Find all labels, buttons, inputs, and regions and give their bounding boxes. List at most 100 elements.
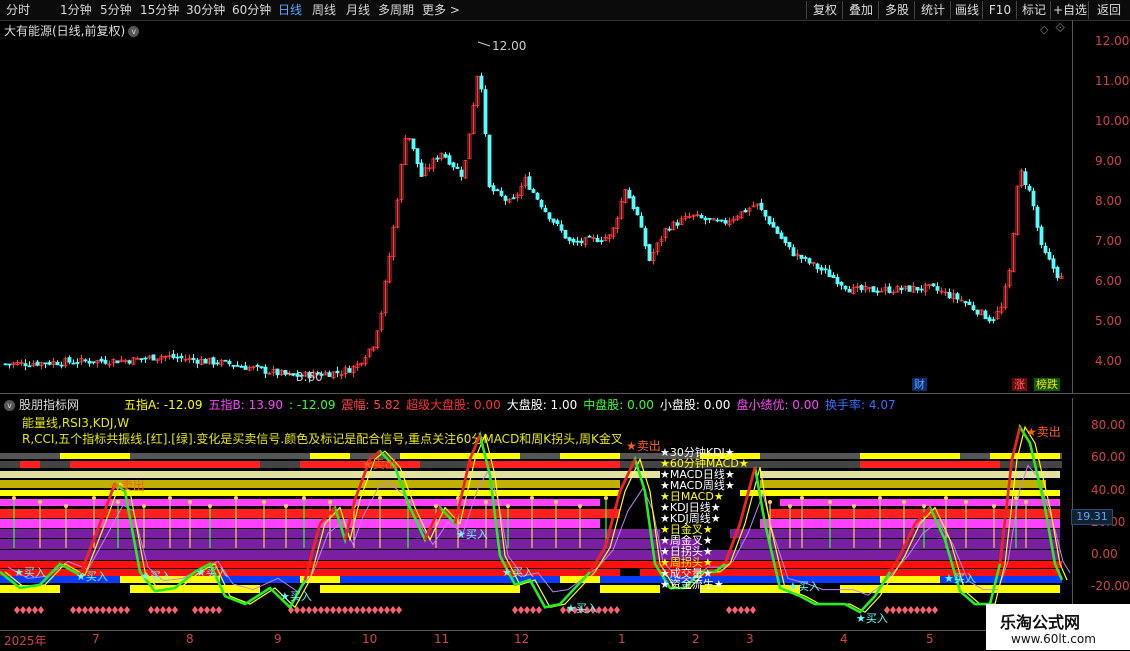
watermark-url: www.60lt.com <box>1011 632 1096 646</box>
mark-button[interactable]: 标记 <box>1016 1 1051 19</box>
candle-body <box>915 286 920 291</box>
candle-body <box>83 359 88 362</box>
indicator-chart[interactable]: ★30分钟KDJ★★60分钟MACD★★MACD日线★★MACD周线★★日MAC… <box>0 398 1072 630</box>
tab-15min[interactable]: 15分钟 <box>140 2 179 18</box>
tab-1min[interactable]: 1分钟 <box>60 2 92 18</box>
diamond-marker <box>738 606 744 614</box>
indicator-tick: 40.00 <box>1091 483 1126 497</box>
diamond-marker <box>38 606 44 614</box>
candle-body <box>527 176 532 190</box>
period-toolbar: 分时 1分钟 5分钟 15分钟 30分钟 60分钟 日线 周线 月线 多周期 更… <box>0 0 1130 21</box>
back-button[interactable]: 返回 <box>1088 1 1129 19</box>
signal-band <box>0 480 620 488</box>
buy-signal: ★买入 <box>944 572 976 585</box>
tab-60min[interactable]: 60分钟 <box>232 2 271 18</box>
signal-pin-head <box>64 504 68 508</box>
signal-pin-head <box>284 504 288 508</box>
diamond-marker <box>360 606 366 614</box>
f10-button[interactable]: F10 <box>982 1 1017 19</box>
signal-band <box>300 461 420 468</box>
signal-band <box>860 453 960 459</box>
tab-more[interactable]: 更多 > <box>422 2 460 18</box>
candle-body <box>899 287 904 291</box>
signal-pin-head <box>1014 496 1018 500</box>
candle-body <box>1043 245 1048 253</box>
candlestick-chart[interactable]: 12.00 3.60 <box>0 20 1072 393</box>
candle-body <box>919 288 924 291</box>
watermark: 乐淘公式网 www.60lt.com <box>986 604 1130 650</box>
signal-pin-head <box>964 500 968 504</box>
candle-body <box>223 359 228 362</box>
signal-pin-head <box>788 504 792 508</box>
date-label: 2 <box>692 632 700 646</box>
candle-body <box>491 185 496 192</box>
diamond-marker <box>20 606 26 614</box>
candle-body <box>543 207 548 213</box>
candle-body <box>1039 226 1044 246</box>
draw-line-button[interactable]: 画线 <box>950 1 983 19</box>
candle-body <box>815 263 820 270</box>
signal-band <box>740 539 1060 549</box>
candle-body <box>259 366 264 369</box>
tab-daily[interactable]: 日线 <box>278 2 302 18</box>
overlay-button[interactable]: 叠加 <box>842 1 879 19</box>
tab-5min[interactable]: 5分钟 <box>100 2 132 18</box>
ranking-badge[interactable]: 榜跌 <box>1034 378 1060 391</box>
price-tick: 10.00 <box>1095 114 1130 128</box>
diamond-marker <box>300 606 306 614</box>
finance-badge[interactable]: 财 <box>912 378 927 391</box>
add-watchlist-button[interactable]: +自选 <box>1050 1 1089 19</box>
high-price-annotation: 12.00 <box>492 39 526 53</box>
candle-body <box>1027 185 1032 191</box>
candle-body <box>455 166 460 169</box>
indicator-tick: 0.00 <box>1091 547 1118 561</box>
signal-pin-head <box>1024 500 1028 504</box>
signal-band <box>600 585 660 593</box>
limit-up-badge[interactable]: 涨 <box>1012 378 1027 391</box>
diamond-marker <box>330 606 336 614</box>
signal-pin-head <box>302 496 306 500</box>
signal-band <box>0 509 620 518</box>
buy-signal: ★买入 <box>502 566 534 579</box>
diamond-marker <box>524 606 530 614</box>
candle-body <box>1055 266 1060 279</box>
tab-weekly[interactable]: 周线 <box>312 2 336 18</box>
candle-body <box>875 290 880 293</box>
star-label: ★资金流生★ <box>660 577 724 591</box>
signal-band <box>0 471 660 478</box>
diamond-marker <box>342 606 348 614</box>
pane-divider[interactable] <box>0 393 1130 394</box>
signal-pin-head <box>168 496 172 500</box>
candle-body <box>971 305 976 311</box>
candle-body <box>719 219 724 222</box>
candle-body <box>783 236 788 244</box>
date-label: 2025年 <box>4 634 47 648</box>
fuquan-button[interactable]: 复权 <box>806 1 843 19</box>
diamond-marker <box>744 606 750 614</box>
candle-body <box>575 240 580 243</box>
tab-monthly[interactable]: 月线 <box>346 2 370 18</box>
signal-pin-head <box>434 504 438 508</box>
tab-multi-period[interactable]: 多周期 <box>378 2 414 18</box>
tab-30min[interactable]: 30分钟 <box>186 2 225 18</box>
statistics-button[interactable]: 统计 <box>914 1 951 19</box>
candle-body <box>1047 252 1052 260</box>
candle-body <box>703 217 708 221</box>
candle-body <box>47 362 52 365</box>
diamond-marker <box>608 606 614 614</box>
diamond-marker <box>160 606 166 614</box>
signal-pin-head <box>578 504 582 508</box>
signal-pin-head <box>878 496 882 500</box>
candle-body <box>779 232 784 239</box>
candle-body <box>195 359 200 364</box>
signal-pin-head <box>328 500 332 504</box>
diamond-marker <box>82 606 88 614</box>
multi-stock-button[interactable]: 多股 <box>878 1 915 19</box>
signal-pin-head <box>378 496 382 500</box>
tab-fenshi[interactable]: 分时 <box>6 2 30 18</box>
price-tick: 4.00 <box>1095 354 1122 368</box>
chevron-right-icon: > <box>449 3 460 17</box>
indicator-tick: 80.00 <box>1091 418 1126 432</box>
diamond-marker <box>396 606 402 614</box>
diamond-marker <box>512 606 518 614</box>
